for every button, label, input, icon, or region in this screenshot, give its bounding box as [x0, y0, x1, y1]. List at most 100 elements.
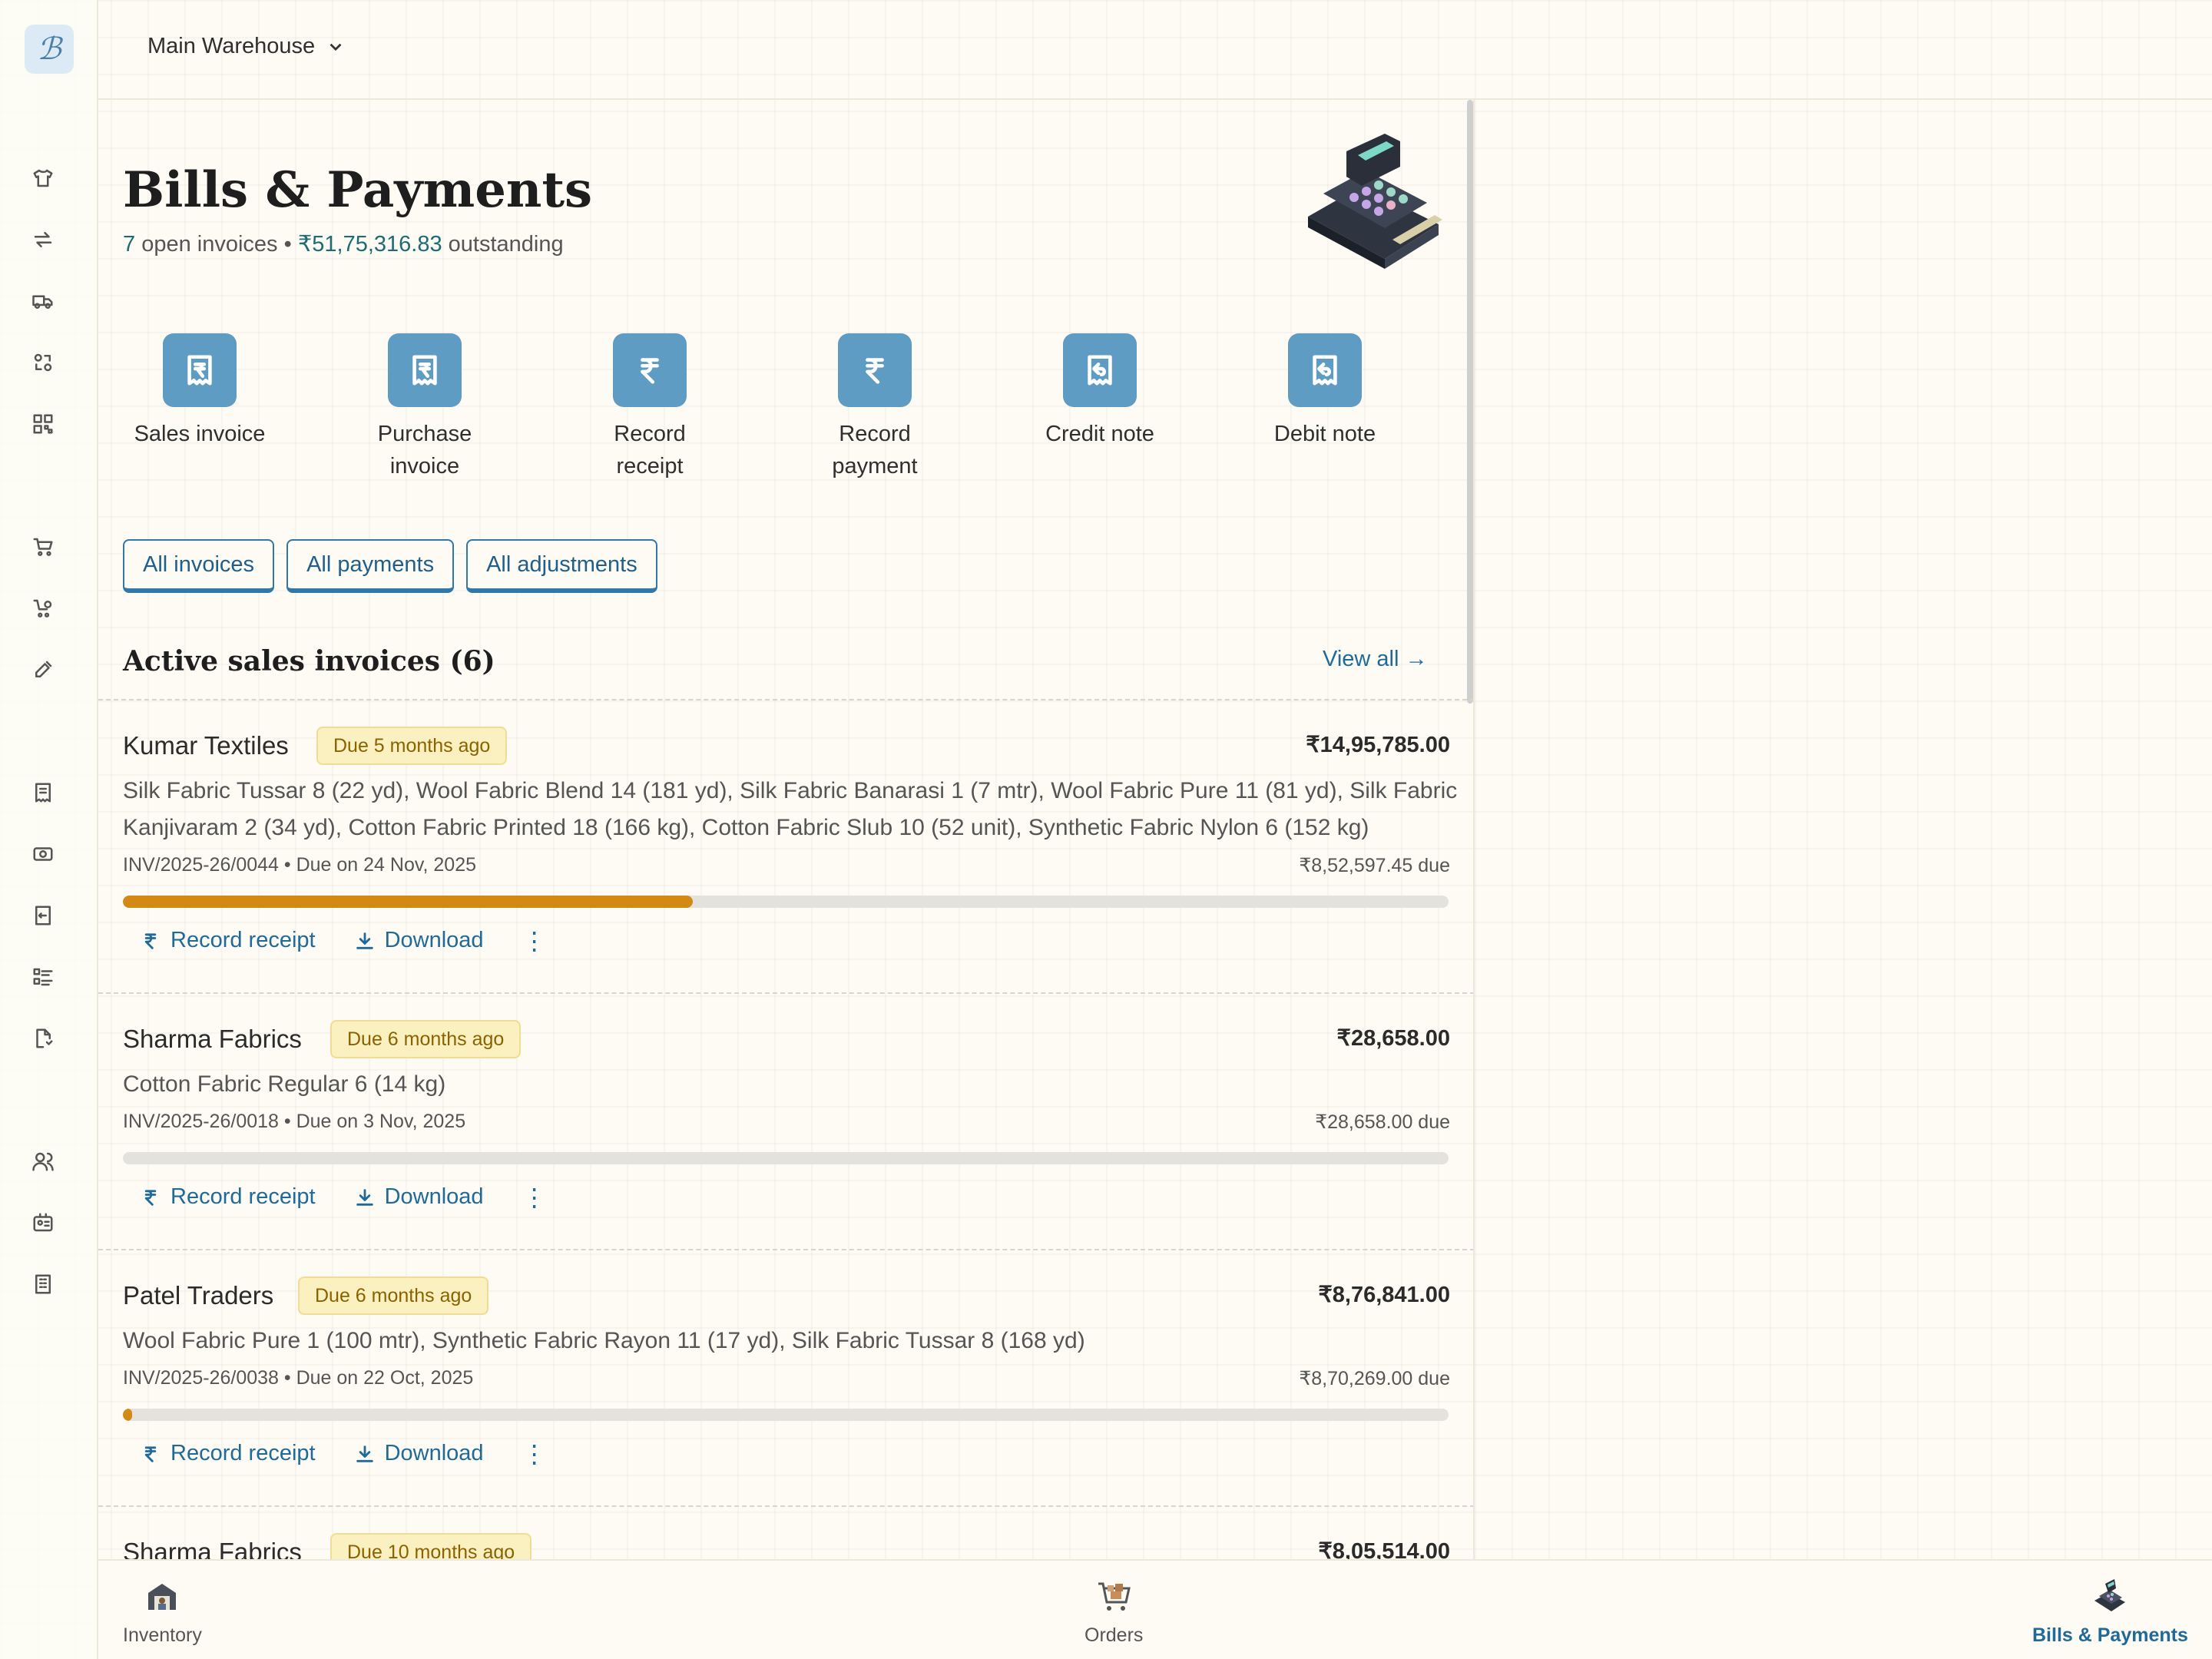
- download-button-label: Download: [384, 1184, 484, 1209]
- tools-icon[interactable]: [28, 654, 58, 685]
- users-icon[interactable]: [28, 1146, 58, 1177]
- credit-note-action[interactable]: Credit note: [1023, 333, 1177, 450]
- debit-note-label: Debit note: [1273, 422, 1376, 446]
- debit-note-action[interactable]: Debit note: [1248, 333, 1402, 450]
- app-logo[interactable]: ℬ: [25, 25, 74, 74]
- id-card-icon[interactable]: [28, 1207, 58, 1238]
- top-bar: Main Warehouse MS: [98, 0, 2212, 100]
- record-receipt-button-label: Record receipt: [171, 1184, 316, 1209]
- credit-note-label: Credit note: [1045, 422, 1154, 446]
- all-payments-button[interactable]: All payments: [286, 539, 455, 593]
- rupee-icon: [144, 932, 157, 949]
- building-icon[interactable]: [28, 1269, 58, 1300]
- invoice-items: Cotton Fabric Regular 6 (14 kg): [123, 1071, 446, 1097]
- record-receipt-button[interactable]: Record receipt: [140, 1184, 316, 1210]
- store-cart-icon[interactable]: [28, 531, 58, 562]
- qr-grid-icon[interactable]: [28, 409, 58, 439]
- download-button[interactable]: Download: [354, 1441, 484, 1466]
- more-options-icon[interactable]: ⋮: [522, 1185, 547, 1210]
- invoice-amount: ₹14,95,785.00: [1306, 733, 1450, 757]
- list-icon[interactable]: [28, 962, 58, 992]
- invoice-card[interactable]: Sharma Fabrics Due 6 months ago ₹28,658.…: [98, 992, 1473, 1249]
- customer-name: Sharma Fabrics: [123, 1025, 302, 1053]
- payment-progress-fill: [123, 896, 694, 908]
- record-receipt-button[interactable]: Record receipt: [140, 928, 316, 953]
- customer-name: Kumar Textiles: [123, 731, 289, 760]
- document-sync-icon[interactable]: [28, 1023, 58, 1054]
- invoice-amount: ₹8,05,514.00: [1318, 1539, 1450, 1559]
- shirt-icon[interactable]: [28, 163, 58, 194]
- status-badge: Due 10 months ago: [330, 1533, 532, 1559]
- invoice-actions: Record receipt Download ⋮: [140, 1184, 547, 1210]
- cash-register-icon: [2094, 1579, 2126, 1611]
- rupee-icon: [144, 1445, 157, 1462]
- payment-progress: [123, 1409, 1449, 1421]
- invoice-meta: INV/2025-26/0018 • Due on 3 Nov, 2025: [123, 1111, 466, 1132]
- status-badge: Due 5 months ago: [316, 727, 508, 765]
- invoice-card[interactable]: Patel Traders Due 6 months ago ₹8,76,841…: [98, 1249, 1473, 1505]
- open-invoice-count: 7: [123, 232, 136, 257]
- outstanding-label: outstanding: [442, 232, 564, 257]
- invoice-amount: ₹28,658.00: [1336, 1026, 1450, 1051]
- customer-name: Patel Traders: [123, 1281, 274, 1310]
- outstanding-amount: ₹51,75,316.83: [297, 232, 442, 257]
- truck-icon[interactable]: [28, 286, 58, 316]
- payment-progress: [123, 1152, 1449, 1164]
- app-root: ℬ Main Warehouse MS Bills & Payments 7 o…: [0, 0, 2212, 1659]
- download-button[interactable]: Download: [354, 1184, 484, 1210]
- sales-invoice-label: Sales invoice: [134, 422, 266, 446]
- rupee-icon: [641, 358, 659, 384]
- record-receipt-button[interactable]: Record receipt: [140, 1441, 316, 1466]
- invoice-card[interactable]: Sharma Fabrics Due 10 months ago ₹8,05,5…: [98, 1505, 1473, 1559]
- download-icon: [356, 1445, 373, 1462]
- all-invoices-button[interactable]: All invoices: [123, 539, 275, 593]
- more-options-icon[interactable]: ⋮: [522, 1442, 547, 1466]
- payment-progress-fill: [123, 1409, 133, 1421]
- amount-due: ₹8,52,597.45 due: [1299, 855, 1450, 876]
- warehouse-icon: [148, 1584, 177, 1610]
- credit-note-icon[interactable]: [28, 900, 58, 931]
- record-receipt-action[interactable]: Record receipt: [573, 333, 727, 482]
- purchase-invoice-action[interactable]: Purchase invoice: [348, 333, 502, 482]
- view-all-link[interactable]: View all →: [1323, 647, 1427, 672]
- warehouse-selector[interactable]: Main Warehouse: [147, 34, 346, 59]
- section-title: Active sales invoices (6): [123, 645, 495, 677]
- rupee-icon: [144, 1189, 157, 1206]
- invoice-items: Silk Fabric Tussar 8 (22 yd), Wool Fabri…: [123, 778, 1458, 840]
- invoice-actions: Record receipt Download ⋮: [140, 928, 547, 953]
- record-payment-action[interactable]: Record payment: [798, 333, 952, 482]
- invoice-items: Wool Fabric Pure 1 (100 mtr), Synthetic …: [123, 1328, 1085, 1353]
- nav-orders[interactable]: Orders: [1084, 1578, 1143, 1647]
- filter-chips: All invoices All payments All adjustment…: [123, 539, 657, 593]
- receipt-return-icon: [1313, 355, 1337, 386]
- all-adjustments-button[interactable]: All adjustments: [466, 539, 657, 593]
- record-receipt-button-label: Record receipt: [171, 1441, 316, 1465]
- bottom-nav: Inventory Orders Bills & Payments: [98, 1559, 2212, 1659]
- exchange-icon[interactable]: [28, 347, 58, 378]
- invoice-summary: 7 open invoices • ₹51,75,316.83 outstand…: [123, 230, 564, 257]
- quick-actions: Sales invoice Purchase invoice Record re…: [121, 333, 1473, 487]
- cart-user-icon[interactable]: [28, 593, 58, 624]
- amount-due: ₹8,70,269.00 due: [1299, 1368, 1450, 1389]
- payment-progress: [123, 896, 1449, 908]
- cash-icon[interactable]: [28, 839, 58, 869]
- nav-inventory[interactable]: Inventory: [123, 1578, 202, 1647]
- more-options-icon[interactable]: ⋮: [522, 929, 547, 953]
- receipt-icon[interactable]: [28, 777, 58, 808]
- main-panel: Bills & Payments 7 open invoices • ₹51,7…: [98, 100, 1475, 1559]
- download-button[interactable]: Download: [354, 928, 484, 953]
- cash-register-illustration: [1308, 134, 1442, 269]
- download-icon: [356, 1188, 373, 1206]
- warehouse-name: Main Warehouse: [147, 34, 316, 58]
- sales-invoice-action[interactable]: Sales invoice: [123, 333, 276, 450]
- customer-name: Sharma Fabrics: [123, 1538, 302, 1559]
- nav-bills-payments-label: Bills & Payments: [2032, 1624, 2188, 1646]
- open-invoice-label: open invoices •: [135, 232, 298, 257]
- record-receipt-button-label: Record receipt: [171, 928, 316, 952]
- nav-bills-payments[interactable]: Bills & Payments: [2032, 1578, 2188, 1647]
- cart-icon: [1098, 1582, 1131, 1611]
- page-title: Bills & Payments: [123, 161, 593, 219]
- download-icon: [356, 932, 373, 949]
- transfer-icon[interactable]: [28, 224, 58, 255]
- invoice-card[interactable]: Kumar Textiles Due 5 months ago ₹14,95,7…: [98, 699, 1473, 992]
